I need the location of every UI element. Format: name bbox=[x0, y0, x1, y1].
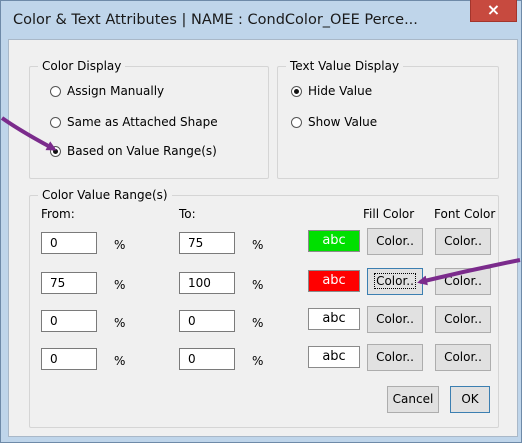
to-header: To: bbox=[179, 207, 196, 221]
from-header: From: bbox=[41, 207, 75, 221]
button-label: Color.. bbox=[444, 274, 482, 288]
range-from-input[interactable]: 0 bbox=[41, 232, 97, 254]
radio-button-selected-icon bbox=[291, 85, 302, 97]
button-label: Color.. bbox=[444, 234, 482, 248]
color-preview-swatch: abc bbox=[308, 270, 360, 292]
cancel-button[interactable]: Cancel bbox=[387, 386, 439, 413]
percent-label: % bbox=[114, 354, 126, 368]
font-color-header: Font Color bbox=[434, 207, 496, 221]
radio-button-icon bbox=[50, 116, 61, 128]
range-to-input[interactable]: 75 bbox=[179, 232, 235, 254]
button-label: Color.. bbox=[444, 350, 482, 364]
range-to-input[interactable]: 0 bbox=[179, 310, 235, 332]
radio-hide-value[interactable]: Hide Value bbox=[291, 84, 372, 98]
color-value-ranges-group: Color Value Range(s) From: To: Fill Colo… bbox=[29, 188, 499, 428]
radio-label: Assign Manually bbox=[67, 84, 165, 98]
font-color-button[interactable]: Color.. bbox=[435, 268, 491, 295]
percent-label: % bbox=[252, 316, 264, 330]
radio-label: Same as Attached Shape bbox=[67, 115, 218, 129]
color-display-group: Color Display Assign Manually Same as At… bbox=[29, 59, 269, 179]
range-from-input[interactable]: 0 bbox=[41, 348, 97, 370]
percent-label: % bbox=[252, 354, 264, 368]
radio-button-icon bbox=[291, 116, 302, 128]
dialog-client-area: Color Display Assign Manually Same as At… bbox=[8, 39, 518, 437]
radio-label: Based on Value Range(s) bbox=[67, 144, 217, 158]
text-value-display-label: Text Value Display bbox=[286, 59, 404, 73]
button-label: Color.. bbox=[376, 234, 414, 248]
color-preview-swatch: abc bbox=[308, 308, 360, 330]
button-label: Color.. bbox=[376, 312, 414, 326]
color-preview-swatch: abc bbox=[308, 230, 360, 252]
percent-label: % bbox=[114, 316, 126, 330]
radio-button-icon bbox=[50, 85, 61, 97]
radio-button-selected-icon bbox=[50, 145, 61, 157]
fill-color-button[interactable]: Color.. bbox=[367, 344, 423, 371]
color-value-ranges-label: Color Value Range(s) bbox=[38, 188, 172, 202]
range-from-input[interactable]: 75 bbox=[41, 272, 97, 294]
button-label: Color.. bbox=[376, 350, 414, 364]
radio-assign-manually[interactable]: Assign Manually bbox=[50, 84, 164, 98]
radio-same-as-attached-shape[interactable]: Same as Attached Shape bbox=[50, 115, 218, 129]
title-bar[interactable]: Color & Text Attributes | NAME : CondCol… bbox=[1, 0, 521, 39]
radio-label: Hide Value bbox=[308, 84, 373, 98]
percent-label: % bbox=[114, 278, 126, 292]
font-color-button[interactable]: Color.. bbox=[435, 228, 491, 255]
percent-label: % bbox=[114, 238, 126, 252]
fill-color-header: Fill Color bbox=[363, 207, 415, 221]
color-preview-swatch: abc bbox=[308, 346, 360, 368]
percent-label: % bbox=[252, 278, 264, 292]
fill-color-button[interactable]: Color.. bbox=[367, 268, 423, 295]
text-value-display-group: Text Value Display Hide Value Show Value bbox=[277, 59, 499, 179]
range-to-input[interactable]: 0 bbox=[179, 348, 235, 370]
fill-color-button[interactable]: Color.. bbox=[367, 228, 423, 255]
font-color-button[interactable]: Color.. bbox=[435, 306, 491, 333]
ok-button[interactable]: OK bbox=[450, 386, 490, 413]
color-display-label: Color Display bbox=[38, 59, 126, 73]
range-from-input[interactable]: 0 bbox=[41, 310, 97, 332]
window-title: Color & Text Attributes | NAME : CondCol… bbox=[13, 12, 418, 28]
radio-show-value[interactable]: Show Value bbox=[291, 115, 377, 129]
font-color-button[interactable]: Color.. bbox=[435, 344, 491, 371]
radio-based-on-value-ranges[interactable]: Based on Value Range(s) bbox=[50, 144, 217, 158]
percent-label: % bbox=[252, 238, 264, 252]
range-to-input[interactable]: 100 bbox=[179, 272, 235, 294]
color-text-attributes-dialog: Color & Text Attributes | NAME : CondCol… bbox=[0, 0, 522, 443]
button-label: Color.. bbox=[444, 312, 482, 326]
radio-label: Show Value bbox=[308, 115, 378, 129]
close-button[interactable]: × bbox=[470, 0, 517, 22]
fill-color-button[interactable]: Color.. bbox=[367, 306, 423, 333]
button-label: Color.. bbox=[374, 273, 416, 289]
